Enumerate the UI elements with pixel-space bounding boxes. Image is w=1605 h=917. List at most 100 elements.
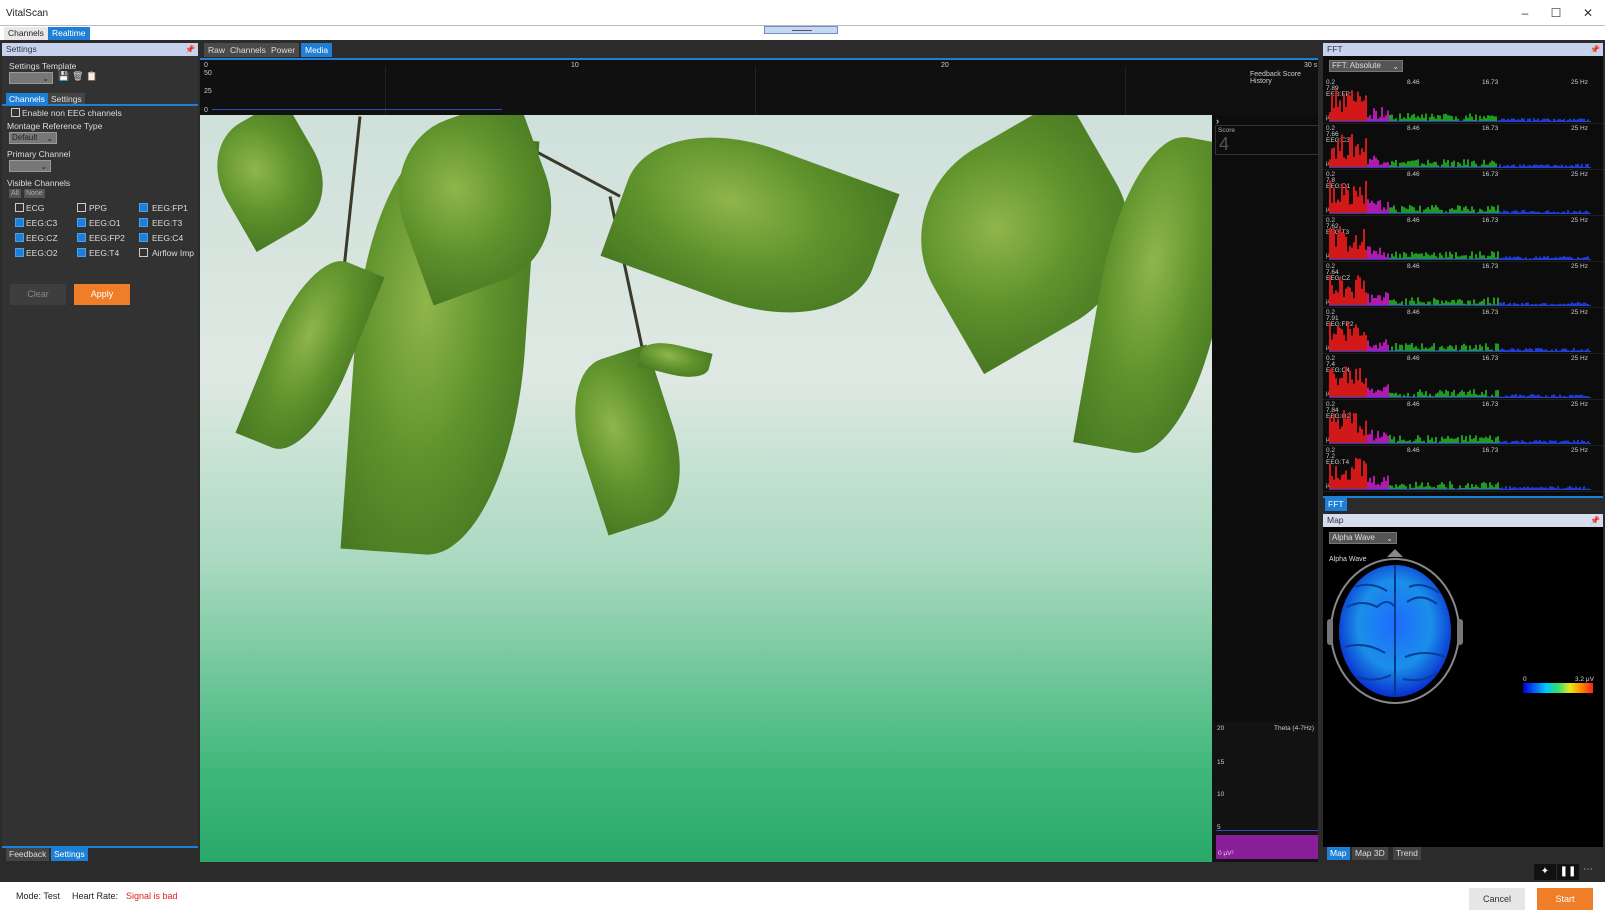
pin-icon[interactable]: 📌 [1590, 43, 1600, 56]
apply-button[interactable]: Apply [74, 284, 130, 305]
fft-bar [1353, 100, 1355, 122]
fft-bar [1471, 251, 1473, 260]
fft-bar [1339, 479, 1341, 490]
fft-freq-tick: 25 Hz [1571, 79, 1588, 86]
cancel-button[interactable]: Cancel [1469, 888, 1525, 910]
channel-checkbox[interactable] [15, 203, 24, 212]
fft-bar [1379, 247, 1381, 260]
fft-mode-select[interactable]: FFT: Absolute ⌄ [1329, 60, 1403, 72]
status-bar: Mode: Test Heart Rate: Signal is bad [0, 882, 1605, 917]
fft-bar [1333, 107, 1335, 122]
maximize-icon[interactable]: ☐ [1546, 4, 1566, 22]
fft-bar [1355, 279, 1357, 306]
channel-checkbox[interactable] [15, 218, 24, 227]
enable-non-eeg-checkbox[interactable] [11, 108, 20, 117]
fft-bar [1381, 481, 1383, 490]
fft-bar [1489, 482, 1491, 490]
fft-bar [1441, 482, 1443, 490]
fft-bar [1357, 458, 1359, 490]
delete-icon[interactable]: 🗑 [72, 71, 83, 82]
fft-bar [1329, 369, 1331, 398]
channel-checkbox[interactable] [139, 203, 148, 212]
channel-checkbox[interactable] [15, 248, 24, 257]
channel-checkbox[interactable] [139, 233, 148, 242]
fft-bar [1389, 114, 1391, 122]
fft-bar [1343, 410, 1345, 444]
drag-handle[interactable] [764, 26, 838, 34]
fft-bar [1409, 161, 1411, 168]
tab-fft[interactable]: FFT [1325, 498, 1347, 511]
minimize-icon[interactable]: – [1515, 4, 1535, 22]
tab-center-channels[interactable]: Channels [226, 43, 270, 57]
fft-panel: FFT: Absolute⌄ 0.27.89EEG:FP1µV²8.4616.7… [1323, 56, 1603, 496]
fft-bar [1349, 136, 1351, 168]
channel-checkbox[interactable] [77, 248, 86, 257]
fft-spectrum [1329, 274, 1591, 306]
fft-bar [1345, 106, 1347, 122]
channel-label: ECG [26, 203, 45, 213]
channel-checkbox[interactable] [77, 203, 86, 212]
band-select[interactable]: Alpha Wave ⌄ [1329, 532, 1397, 544]
channel-checkbox[interactable] [15, 233, 24, 242]
fft-bar [1345, 288, 1347, 306]
all-button[interactable]: All [9, 189, 21, 198]
fft-bar [1353, 297, 1355, 306]
channel-checkbox[interactable] [77, 233, 86, 242]
fft-bar [1335, 88, 1337, 122]
channel-checkbox[interactable] [139, 218, 148, 227]
fft-bar [1497, 436, 1499, 444]
copy-icon[interactable]: 📋 [86, 71, 97, 82]
fft-channel-row: 0.27.62EEG:T3µV²8.4616.7325 Hz [1323, 216, 1603, 262]
fft-bar [1357, 196, 1359, 214]
tab-settings-bottom[interactable]: Settings [51, 848, 88, 861]
channel-checkbox[interactable] [77, 218, 86, 227]
channel-checkbox[interactable] [139, 248, 148, 257]
fft-bar [1369, 246, 1371, 260]
none-button[interactable]: None [24, 189, 45, 198]
pin-icon[interactable]: 📌 [185, 43, 195, 56]
media-player[interactable] [200, 115, 1212, 862]
fft-bar [1369, 115, 1371, 122]
clear-button[interactable]: Clear [10, 284, 66, 305]
tab-map-3d[interactable]: Map 3D [1352, 847, 1388, 860]
tab-power[interactable]: Power [267, 43, 300, 57]
montage-select[interactable]: Default ⌄ [9, 132, 57, 144]
fft-bar [1457, 205, 1459, 214]
tab-feedback[interactable]: Feedback [6, 848, 50, 861]
score-value: 4 [1219, 134, 1230, 154]
fft-freq-tick: 25 Hz [1571, 401, 1588, 408]
tab-media[interactable]: Media [301, 43, 333, 57]
fft-bar [1479, 344, 1481, 352]
settings-template-select[interactable]: ⌄ [9, 72, 53, 84]
fft-bar [1365, 95, 1367, 122]
tab-realtime[interactable]: Realtime [48, 27, 90, 40]
fft-bar [1441, 436, 1443, 444]
primary-channel-label: Primary Channel [7, 149, 71, 159]
primary-channel-select[interactable]: ⌄ [9, 160, 51, 172]
tab-map[interactable]: Map [1327, 847, 1350, 860]
fft-bar [1471, 206, 1473, 214]
more-icon[interactable]: ⋯ [1583, 864, 1593, 875]
save-icon[interactable]: 💾 [58, 71, 69, 82]
pause-icon[interactable]: ❚❚ [1557, 864, 1579, 880]
pin-icon[interactable]: 📌 [1590, 514, 1600, 527]
fft-bar [1497, 205, 1499, 214]
magic-wand-icon[interactable]: ✦ [1534, 864, 1556, 880]
theta-tick: 10 [1217, 791, 1225, 798]
fft-bar [1329, 159, 1331, 168]
start-button[interactable]: Start [1537, 888, 1593, 910]
fft-freq-tick: 16.73 [1482, 263, 1499, 270]
grid-line [1125, 66, 1126, 116]
fft-freq-tick: 16.73 [1482, 79, 1499, 86]
fft-bar [1347, 251, 1349, 260]
fft-bar [1401, 344, 1403, 352]
settings-panel-title: Settings [6, 44, 37, 54]
fft-bar [1457, 437, 1459, 444]
fft-bar [1355, 190, 1357, 214]
fft-bar [1495, 343, 1497, 352]
tab-channels[interactable]: Channels [4, 27, 48, 40]
tab-trend[interactable]: Trend [1393, 847, 1421, 860]
fft-bar [1373, 250, 1375, 260]
fft-bar [1375, 110, 1377, 122]
close-icon[interactable]: ✕ [1578, 4, 1598, 22]
